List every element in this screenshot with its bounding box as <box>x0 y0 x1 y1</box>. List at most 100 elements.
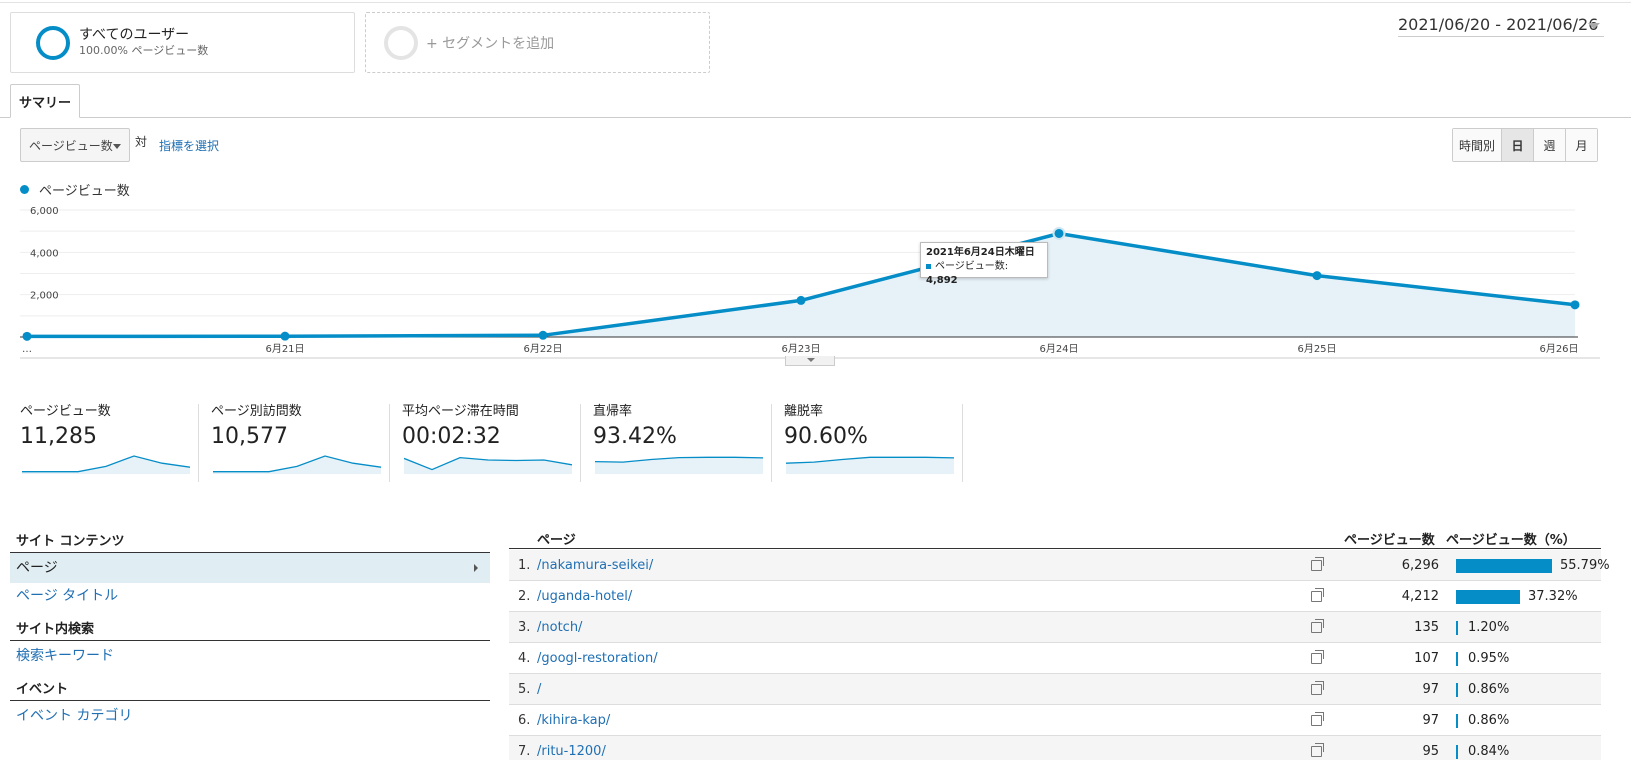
row-pct-bar <box>1456 745 1458 759</box>
interval-week-button[interactable]: 週 <box>1533 129 1565 161</box>
external-link-icon[interactable] <box>1311 650 1324 664</box>
row-pct-bar <box>1456 683 1458 697</box>
scorecard-sparkline <box>213 455 381 474</box>
scorecard-value: 11,285 <box>20 424 97 449</box>
scorecard-label: ページビュー数 <box>20 404 111 419</box>
row-page-link[interactable]: /nakamura-seikei/ <box>537 558 653 573</box>
nav-item-page[interactable]: ページ <box>10 553 490 583</box>
table-row: 6. /kihira-kap/97 0.86% <box>509 705 1601 736</box>
add-segment-button[interactable]: + セグメントを追加 <box>365 12 710 73</box>
interval-hourly-button[interactable]: 時間別 <box>1453 129 1501 161</box>
row-pct-bar <box>1456 621 1459 635</box>
external-link-icon[interactable] <box>1311 619 1324 633</box>
vs-label: 対 <box>135 135 148 149</box>
scorecard-divider <box>962 404 963 482</box>
row-pageviews: 6,296 <box>1401 558 1439 573</box>
data-point <box>1570 300 1580 310</box>
row-pct: 0.86% <box>1468 682 1510 697</box>
scorecard-divider <box>389 404 390 482</box>
row-pct: 1.20% <box>1468 620 1510 635</box>
nav-item-page-label: ページ <box>16 560 58 576</box>
nav-item-search-keyword[interactable]: 検索キーワード <box>10 641 490 671</box>
row-page-link[interactable]: /kihira-kap/ <box>537 713 610 728</box>
x-tick-label: 6月23日 <box>781 343 820 355</box>
tooltip-title: 2021年6月24日木曜日 <box>926 247 1035 258</box>
scorecard[interactable]: ページ別訪問数 10,577 <box>211 404 401 482</box>
scorecard-sparkline <box>404 456 572 474</box>
nav-item-page-title[interactable]: ページ タイトル <box>10 581 490 611</box>
table-header: ページ ページビュー数 ページビュー数（%） <box>509 527 1601 549</box>
row-number: 3. <box>518 620 531 635</box>
chart-collapse-handle[interactable] <box>785 356 835 366</box>
nav-heading-events: イベント <box>10 681 490 701</box>
scorecard[interactable]: 平均ページ滞在時間 00:02:32 <box>402 404 592 482</box>
row-number: 1. <box>518 558 531 573</box>
column-header-pageviews-pct[interactable]: ページビュー数（%） <box>1446 529 1576 548</box>
table-row: 4. /googl-restoration/107 0.95% <box>509 643 1601 674</box>
sparkline-area <box>786 457 954 474</box>
column-header-page[interactable]: ページ <box>537 529 576 548</box>
scorecard-label: 離脱率 <box>784 404 824 419</box>
y-tick-label: 6,000 <box>30 206 59 217</box>
x-tick-label: … <box>22 344 32 355</box>
scorecard[interactable]: 離脱率 90.60% <box>784 404 974 482</box>
nav-heading-site-content: サイト コンテンツ <box>10 533 490 553</box>
row-pct: 37.32% <box>1528 589 1578 604</box>
sparkline-area <box>595 457 763 474</box>
date-range-text: 2021/06/20 - 2021/06/26 <box>1398 14 1599 34</box>
data-point <box>1052 226 1066 240</box>
row-pct-bar <box>1456 559 1552 573</box>
chevron-right-icon <box>474 564 478 572</box>
table-row: 5. / 97 0.86% <box>509 674 1601 705</box>
choose-metric-link[interactable]: 指標を選択 <box>159 137 219 154</box>
scorecard-divider <box>580 404 581 482</box>
x-tick-label: 6月24日 <box>1039 343 1078 355</box>
external-link-icon[interactable] <box>1311 743 1324 757</box>
metric-select-value: ページビュー数 <box>29 138 113 153</box>
row-page-link[interactable]: /notch/ <box>537 620 582 635</box>
scorecard-divider <box>771 404 772 482</box>
nav-item-event-category[interactable]: イベント カテゴリ <box>10 701 490 731</box>
external-link-icon[interactable] <box>1311 557 1324 571</box>
column-header-pageviews[interactable]: ページビュー数 <box>1344 529 1435 548</box>
segment-empty-ring-icon <box>384 25 418 60</box>
x-tick-label: 6月22日 <box>523 343 562 355</box>
scorecard-value: 90.60% <box>784 424 868 449</box>
external-link-icon[interactable] <box>1311 712 1324 726</box>
pageviews-chart: 6,000 4,000 2,000 … 6月21日 6月22日 6月23日 6月24日 6月25… <box>20 206 1600 359</box>
row-number: 6. <box>518 713 531 728</box>
interval-day-button[interactable]: 日 <box>1501 129 1533 161</box>
row-pct-bar <box>1456 652 1458 666</box>
date-range-picker[interactable]: 2021/06/20 - 2021/06/26 <box>1398 12 1604 37</box>
row-page-link[interactable]: /uganda-hotel/ <box>537 589 632 604</box>
top-divider <box>0 2 1631 3</box>
external-link-icon[interactable] <box>1311 681 1324 695</box>
row-pct-bar <box>1456 590 1521 604</box>
row-page-link[interactable]: / <box>537 682 541 697</box>
scorecard[interactable]: ページビュー数 11,285 <box>20 404 210 482</box>
chevron-down-icon <box>1588 23 1600 29</box>
tab-summary[interactable]: サマリー <box>10 84 80 118</box>
row-pct: 0.95% <box>1468 651 1510 666</box>
data-point <box>280 331 290 341</box>
row-number: 5. <box>518 682 531 697</box>
metric-select[interactable]: ページビュー数 <box>20 128 130 162</box>
tab-divider <box>0 117 1631 118</box>
y-tick-label: 2,000 <box>30 291 59 302</box>
data-point <box>22 331 32 341</box>
row-pct: 55.79% <box>1560 558 1610 573</box>
scorecard[interactable]: 直帰率 93.42% <box>593 404 783 482</box>
chevron-down-icon <box>807 358 815 362</box>
interval-month-button[interactable]: 月 <box>1565 129 1597 161</box>
row-page-link[interactable]: /googl-restoration/ <box>537 651 658 666</box>
row-number: 4. <box>518 651 531 666</box>
scorecard-value: 00:02:32 <box>402 424 501 449</box>
y-tick-label: 4,000 <box>30 248 59 259</box>
series-area <box>27 233 1575 337</box>
external-link-icon[interactable] <box>1311 588 1324 602</box>
row-pageviews: 97 <box>1422 713 1439 728</box>
row-page-link[interactable]: /ritu-1200/ <box>537 744 606 759</box>
segment-all-users[interactable]: すべてのユーザー 100.00% ページビュー数 <box>10 12 355 73</box>
add-segment-label: + セグメントを追加 <box>426 35 555 52</box>
scorecard-sparkline <box>786 456 954 474</box>
